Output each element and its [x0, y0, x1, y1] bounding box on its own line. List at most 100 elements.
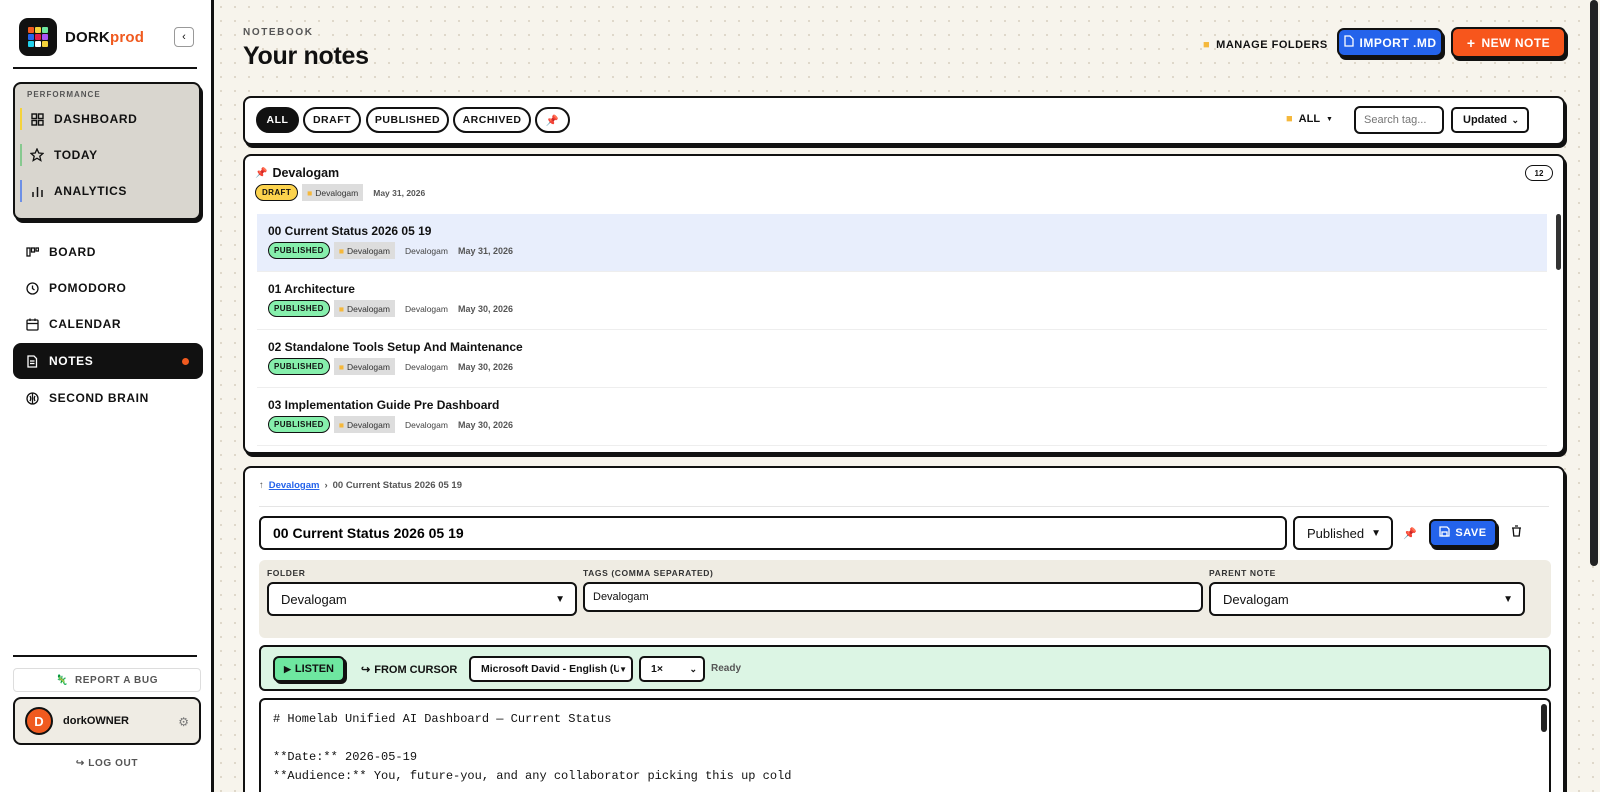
trash-icon[interactable] [1511, 525, 1522, 540]
editor-scrollbar[interactable] [1541, 704, 1547, 732]
speed-select[interactable]: 1× ⌄ [639, 656, 705, 682]
page-scrollbar[interactable] [1590, 0, 1598, 566]
note-title: 03 Implementation Guide Pre Dashboard [268, 398, 500, 412]
sidebar-item-label: ANALYTICS [54, 184, 127, 198]
caret-down-icon: ▼ [1326, 115, 1333, 123]
folder-badge: ■ Devalogam [333, 242, 395, 259]
filter-chip-archived[interactable]: ARCHIVED [453, 107, 531, 133]
sidebar-item-second-brain[interactable]: SECOND BRAIN [13, 380, 203, 416]
voice-select[interactable]: Microsoft David - English (United States… [469, 656, 633, 682]
list-item[interactable]: 00 Current Status 2026 05 19 PUBLISHED ■… [257, 214, 1547, 272]
list-item[interactable]: 03 Implementation Guide Pre Dashboard PU… [257, 388, 1547, 446]
parent-note-select[interactable]: Devalogam ▼ [1209, 582, 1525, 616]
date-text: May 30, 2026 [457, 361, 514, 372]
plus-icon: + [1466, 34, 1476, 51]
note-title-input[interactable] [259, 516, 1287, 550]
tts-status: Ready [711, 663, 742, 674]
note-group-header[interactable]: 📌 Devalogam DRAFT ■ Devalogam May 31, 202… [245, 156, 1563, 214]
logout-button[interactable]: ↪ LOG OUT [13, 758, 201, 769]
new-note-button[interactable]: + NEW NOTE [1451, 27, 1566, 58]
status-select[interactable]: Published ▼ [1293, 516, 1393, 550]
bar-chart-icon [30, 184, 44, 198]
manage-folders-button[interactable]: ■ MANAGE FOLDERS [1203, 35, 1328, 55]
date-text: May 30, 2026 [457, 419, 514, 430]
date-text: May 31, 2026 [457, 245, 514, 256]
list-scrollbar[interactable] [1556, 214, 1561, 270]
filter-chip-all[interactable]: ALL [256, 107, 299, 133]
content-line: **Date:** 2026-05-19 [273, 750, 418, 764]
kanban-icon [25, 245, 39, 259]
tags-input[interactable]: Devalogam [583, 582, 1203, 612]
caret-down-icon: ▼ [1371, 527, 1381, 539]
chevron-down-icon: ⌄ [1511, 114, 1519, 125]
divider [13, 67, 197, 69]
content-line: # Homelab Unified AI Dashboard — Current… [273, 712, 612, 726]
filter-chip-published[interactable]: PUBLISHED [366, 107, 449, 133]
from-cursor-button[interactable]: ↪ FROM CURSOR [361, 663, 457, 677]
caret-down-icon: ▼ [1503, 593, 1513, 605]
calendar-icon [25, 317, 39, 331]
sidebar-item-dashboard[interactable]: DASHBOARD [20, 108, 137, 130]
tag-text: Devalogam [404, 303, 448, 314]
folder-icon: ■ [338, 245, 344, 256]
chevron-left-icon: ‹ [182, 31, 186, 43]
folder-filter-value: ALL [1298, 113, 1321, 125]
folder-filter-dropdown[interactable]: ■ ALL ▼ [1286, 113, 1333, 125]
filter-chip-pinned[interactable]: 📌 [535, 107, 570, 133]
folder-badge: ■ Devalogam [333, 358, 395, 375]
breadcrumb-parent-link[interactable]: Devalogam [269, 480, 320, 491]
main-content: NOTEBOOK Your notes ■ MANAGE FOLDERS IMP… [214, 0, 1600, 792]
filter-chip-draft[interactable]: DRAFT [303, 107, 361, 133]
group-title: Devalogam [272, 166, 340, 180]
list-item[interactable]: 01 Architecture PUBLISHED ■ Devalogam Dev… [257, 272, 1547, 330]
status-badge: PUBLISHED [268, 242, 330, 259]
sidebar-item-board[interactable]: BOARD [13, 234, 203, 270]
logout-icon: ↪ [75, 758, 85, 769]
page-title: Your notes [243, 42, 369, 70]
performance-title: PERFORMANCE [27, 90, 101, 99]
content-line: **Audience:** You, future-you, and any c… [273, 769, 792, 783]
note-editor: ↑ Devalogam › 00 Current Status 2026 05 … [243, 466, 1565, 792]
sidebar-item-calendar[interactable]: CALENDAR [13, 306, 203, 342]
sidebar-item-notes[interactable]: NOTES [13, 343, 203, 379]
sidebar-item-analytics[interactable]: ANALYTICS [20, 180, 127, 202]
bug-icon: 🦎 [55, 674, 69, 686]
manage-folders-label: MANAGE FOLDERS [1216, 39, 1328, 51]
brain-icon [25, 391, 39, 405]
text-to-speech-bar: ▶ LISTEN ↪ FROM CURSOR Microsoft David -… [259, 645, 1551, 691]
sort-select[interactable]: Updated ⌄ [1451, 107, 1529, 133]
folder-icon: ■ [1203, 39, 1211, 51]
sidebar-item-label: TODAY [54, 148, 98, 162]
collapse-sidebar-button[interactable]: ‹ [174, 27, 194, 47]
sort-value: Updated [1463, 114, 1507, 126]
brand[interactable]: DORKprod [19, 18, 144, 56]
list-item[interactable]: 02 Standalone Tools Setup And Maintenanc… [257, 330, 1547, 388]
save-button[interactable]: SAVE [1429, 519, 1497, 547]
floppy-icon [1439, 526, 1451, 540]
sidebar-item-label: BOARD [49, 245, 96, 259]
import-md-button[interactable]: IMPORT .MD [1337, 28, 1443, 57]
voice-value: Microsoft David - English (United States… [481, 663, 619, 675]
folder-select-value: Devalogam [281, 591, 347, 607]
folder-icon: ■ [338, 419, 344, 430]
grid-icon [30, 112, 44, 126]
sidebar-item-today[interactable]: TODAY [20, 144, 98, 166]
child-count-badge: 12 [1525, 165, 1553, 181]
folder-select[interactable]: Devalogam ▼ [267, 582, 577, 616]
app-logo [19, 18, 57, 56]
user-card[interactable]: D dorkOWNER ⚙ [13, 697, 201, 745]
gear-icon[interactable]: ⚙ [178, 715, 189, 729]
tag-search-input[interactable] [1354, 106, 1444, 134]
tags-field-label: TAGS (COMMA SEPARATED) [583, 568, 714, 578]
sidebar-item-pomodoro[interactable]: POMODORO [13, 270, 203, 306]
folder-icon: ■ [338, 303, 344, 314]
sidebar-item-label: NOTES [49, 354, 94, 368]
pin-icon: 📌 [545, 114, 560, 127]
folder-icon: ■ [1286, 113, 1293, 125]
listen-button[interactable]: ▶ LISTEN [273, 656, 345, 682]
report-bug-button[interactable]: 🦎 REPORT A BUG [13, 668, 201, 692]
markdown-editor[interactable]: # Homelab Unified AI Dashboard — Current… [259, 698, 1551, 792]
pin-icon[interactable]: 📌 [1403, 527, 1417, 540]
caret-down-icon: ▼ [555, 593, 565, 605]
speed-value: 1× [651, 663, 663, 675]
